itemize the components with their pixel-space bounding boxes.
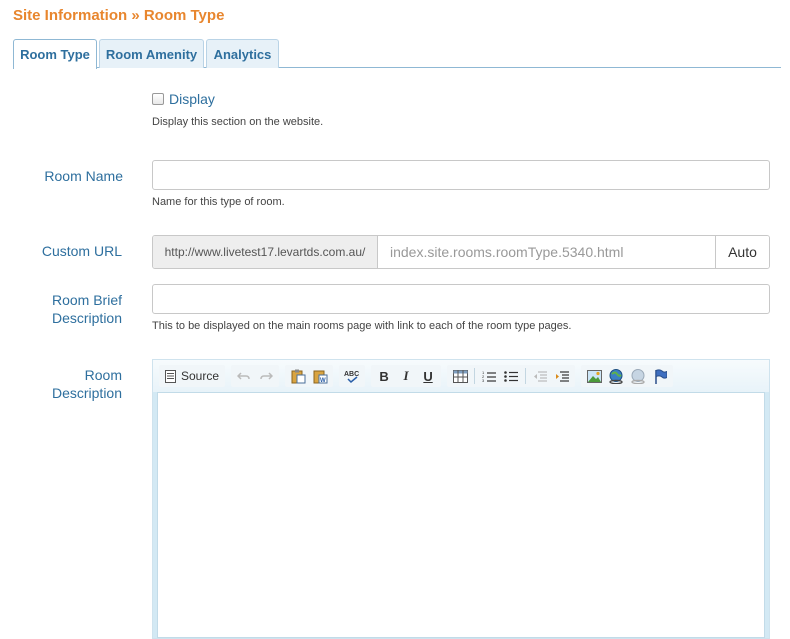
link-button[interactable] — [605, 365, 627, 387]
toolbar-separator — [474, 368, 476, 384]
redo-icon — [259, 370, 274, 382]
underline-button[interactable]: U — [417, 365, 439, 387]
room-brief-label: Room Brief Description — [12, 291, 122, 327]
indent-button[interactable] — [551, 365, 573, 387]
room-brief-label-line2: Description — [51, 310, 122, 326]
room-brief-label-line1: Room Brief — [51, 292, 122, 308]
table-button[interactable] — [449, 365, 471, 387]
numbered-list-icon: 123 — [482, 370, 497, 383]
anchor-flag-icon — [654, 368, 667, 384]
toolbar-group-format: B I U — [371, 365, 442, 387]
toolbar-group-history — [231, 365, 280, 387]
spellcheck-button[interactable]: ABC — [341, 365, 363, 387]
page-title: Site Information » Room Type — [13, 7, 225, 24]
italic-button[interactable]: I — [395, 365, 417, 387]
link-icon — [608, 368, 624, 384]
url-prefix: http://www.livetest17.levartds.com.au/ — [153, 236, 378, 268]
toolbar-group-source: Source — [159, 365, 226, 387]
toolbar-separator — [525, 368, 527, 384]
room-description-label: Room Description — [12, 366, 122, 402]
spellcheck-icon: ABC — [344, 369, 360, 384]
tab-room-type[interactable]: Room Type — [13, 39, 97, 69]
editor-content-area[interactable] — [157, 392, 765, 638]
room-name-input[interactable] — [152, 160, 770, 190]
anchor-button[interactable] — [649, 365, 671, 387]
display-checkbox[interactable] — [152, 93, 164, 105]
indent-icon — [555, 370, 570, 383]
paste-word-icon: W — [313, 369, 328, 384]
numbered-list-button[interactable]: 123 — [478, 365, 500, 387]
auto-button[interactable]: Auto — [715, 236, 769, 268]
custom-url-label: Custom URL — [41, 243, 122, 259]
bulleted-list-icon — [504, 370, 519, 383]
editor-toolbar: Source W ABC B I U 1 2 3 — [153, 360, 769, 392]
bulleted-list-button[interactable] — [500, 365, 522, 387]
unlink-button[interactable] — [627, 365, 649, 387]
toolbar-group-clipboard: W — [285, 365, 334, 387]
tab-bar: Room Type Room Amenity Analytics — [13, 39, 781, 69]
undo-icon — [237, 370, 251, 382]
tab-room-amenity[interactable]: Room Amenity — [99, 39, 204, 68]
outdent-icon — [533, 370, 548, 383]
source-icon — [165, 369, 176, 383]
rich-text-editor: Source W ABC B I U 1 2 3 — [152, 359, 770, 639]
source-label: Source — [181, 369, 220, 383]
svg-text:3: 3 — [482, 378, 485, 383]
redo-button[interactable] — [255, 365, 277, 387]
display-row: Display — [152, 91, 215, 107]
tab-analytics[interactable]: Analytics — [206, 39, 279, 68]
toolbar-group-lists: 123 — [447, 365, 576, 387]
toolbar-group-spellcheck: ABC — [339, 365, 366, 387]
image-button[interactable] — [583, 365, 605, 387]
room-description-label-line2: Description — [51, 385, 122, 401]
paste-text-button[interactable] — [287, 365, 309, 387]
display-help: Display this section on the website. — [152, 116, 324, 128]
table-icon — [452, 369, 468, 383]
display-label: Display — [169, 91, 215, 107]
paste-word-button[interactable]: W — [309, 365, 331, 387]
toolbar-group-insert — [581, 365, 674, 387]
room-brief-input[interactable] — [152, 284, 770, 314]
custom-url-input[interactable] — [378, 236, 715, 268]
outdent-button[interactable] — [529, 365, 551, 387]
bold-button[interactable]: B — [373, 365, 395, 387]
custom-url-group: http://www.livetest17.levartds.com.au/ A… — [152, 235, 770, 269]
room-name-label: Room Name — [44, 168, 123, 184]
undo-button[interactable] — [233, 365, 255, 387]
image-icon — [586, 369, 602, 383]
svg-text:W: W — [320, 378, 326, 384]
unlink-icon — [630, 368, 646, 384]
source-button[interactable]: Source — [161, 365, 223, 387]
room-name-help: Name for this type of room. — [152, 196, 285, 208]
room-brief-help: This to be displayed on the main rooms p… — [152, 320, 572, 332]
paste-text-icon — [291, 369, 306, 384]
room-description-label-line1: Room — [84, 367, 122, 383]
